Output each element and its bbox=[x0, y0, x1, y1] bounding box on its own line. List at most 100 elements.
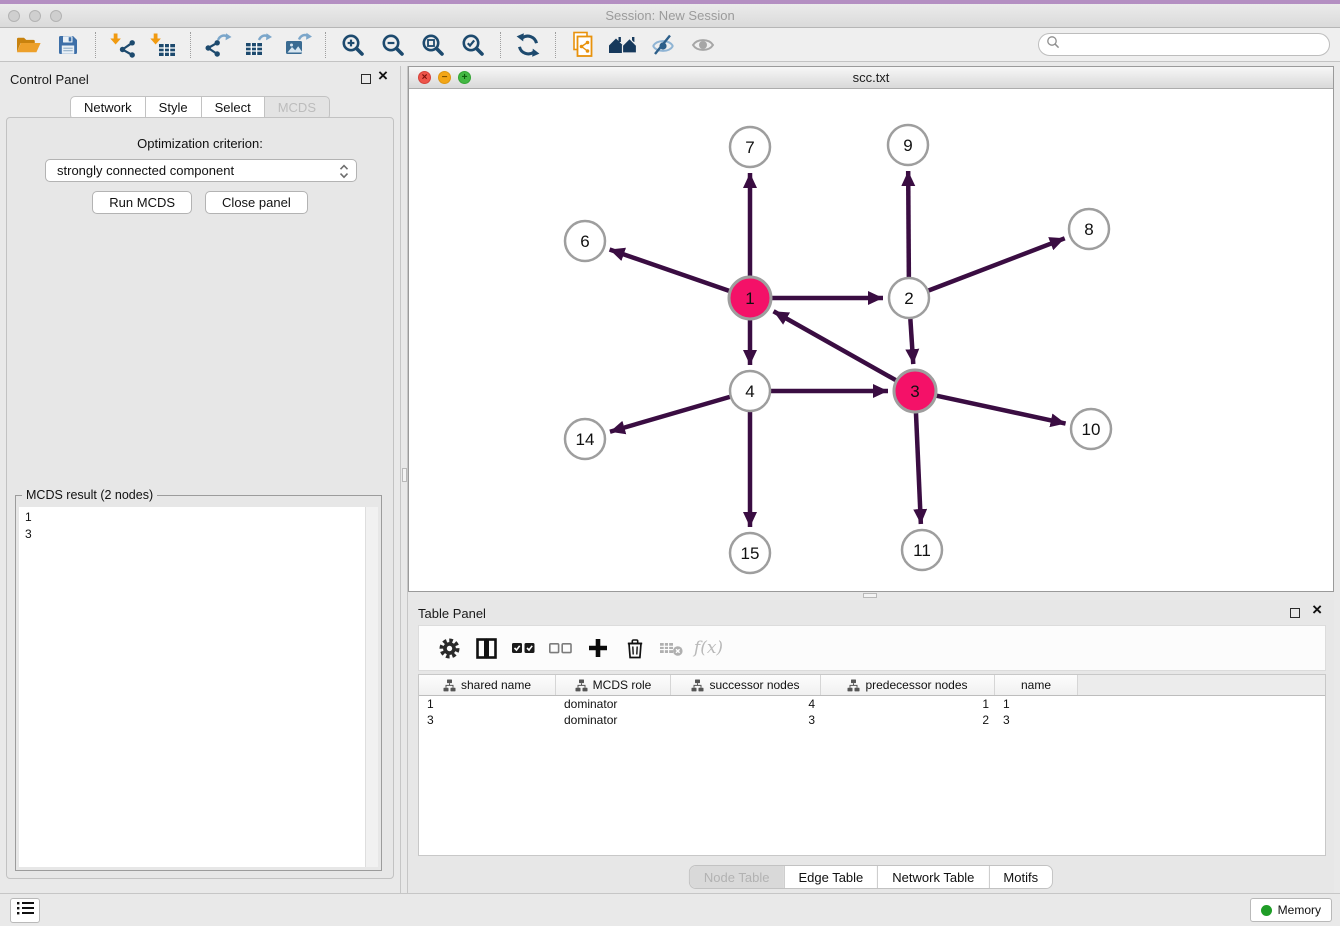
open-session-icon[interactable] bbox=[10, 30, 46, 60]
create-column-icon[interactable] bbox=[579, 631, 616, 665]
graph-edge-2-8[interactable] bbox=[929, 238, 1065, 290]
network-canvas[interactable]: 1 2 3 4 6 7 8 9 10 11 14 15 bbox=[409, 89, 1333, 591]
cell-shared-name: 3 bbox=[419, 712, 556, 728]
network-view-window[interactable]: × − + scc.txt 1 2 3 4 6 7 8 9 10 11 14 15 bbox=[408, 66, 1334, 592]
graph-node-9[interactable]: 9 bbox=[888, 125, 928, 165]
show-graphics-details-icon bbox=[685, 30, 721, 60]
graph-node-8[interactable]: 8 bbox=[1069, 209, 1109, 249]
graph-node-14[interactable]: 14 bbox=[565, 419, 605, 459]
mcds-result-text: 1 3 bbox=[19, 507, 378, 545]
graph-node-2[interactable]: 2 bbox=[889, 278, 929, 318]
column-header-label: name bbox=[1021, 678, 1051, 692]
table-row[interactable]: 3dominator323 bbox=[419, 712, 1325, 728]
toggle-columns-icon[interactable] bbox=[468, 631, 505, 665]
column-header-MCDS-role[interactable]: MCDS role bbox=[556, 675, 671, 695]
node-label: 2 bbox=[904, 289, 913, 308]
toolbar-separator bbox=[500, 32, 501, 58]
zoom-in-icon[interactable] bbox=[335, 30, 371, 60]
graph-edge-1-6[interactable] bbox=[610, 249, 730, 290]
tab-node-table[interactable]: Node Table bbox=[690, 866, 784, 888]
graph-node-10[interactable]: 10 bbox=[1071, 409, 1111, 449]
graph-node-15[interactable]: 15 bbox=[730, 533, 770, 573]
mcds-result-area[interactable]: 1 3 bbox=[19, 507, 378, 867]
header-filler bbox=[1078, 675, 1325, 695]
search-input[interactable] bbox=[1060, 38, 1329, 52]
close-panel-button[interactable]: Close panel bbox=[205, 191, 308, 214]
graph-node-7[interactable]: 7 bbox=[730, 127, 770, 167]
import-table-icon[interactable] bbox=[145, 30, 181, 60]
refresh-network-icon[interactable] bbox=[510, 30, 546, 60]
tab-edge-table[interactable]: Edge Table bbox=[783, 866, 877, 888]
mcds-result-title: MCDS result (2 nodes) bbox=[22, 488, 157, 502]
column-header-successor-nodes[interactable]: successor nodes bbox=[671, 675, 821, 695]
graph-edge-3-11[interactable] bbox=[916, 413, 921, 524]
list-icon bbox=[16, 900, 35, 921]
horizontal-split-divider[interactable] bbox=[408, 592, 1334, 600]
export-table-icon[interactable] bbox=[240, 30, 276, 60]
network-window-titlebar[interactable]: × − + scc.txt bbox=[409, 67, 1333, 89]
column-header-name[interactable]: name bbox=[995, 675, 1078, 695]
network-overview-icon[interactable] bbox=[605, 30, 641, 60]
save-session-icon[interactable] bbox=[50, 30, 86, 60]
column-header-label: shared name bbox=[461, 678, 531, 692]
column-settings-icon[interactable] bbox=[431, 631, 468, 665]
zoom-fit-icon[interactable] bbox=[415, 30, 451, 60]
zoom-selected-icon[interactable] bbox=[455, 30, 491, 60]
select-all-rows-icon[interactable] bbox=[505, 631, 542, 665]
optimization-criterion-label: Optimization criterion: bbox=[7, 136, 393, 151]
cell-name: 1 bbox=[995, 696, 1078, 712]
close-panel-icon[interactable]: × bbox=[378, 71, 388, 81]
node-label: 10 bbox=[1082, 420, 1101, 439]
search-field[interactable] bbox=[1038, 33, 1330, 56]
delete-table-icon bbox=[653, 631, 690, 665]
cell-MCDS-role: dominator bbox=[556, 696, 671, 712]
node-label: 9 bbox=[903, 136, 912, 155]
float-panel-icon[interactable] bbox=[1290, 608, 1300, 618]
graph-node-4[interactable]: 4 bbox=[730, 371, 770, 411]
graph-edge-3-1[interactable] bbox=[774, 311, 896, 380]
graph-node-11[interactable]: 11 bbox=[902, 530, 942, 570]
tab-motifs[interactable]: Motifs bbox=[988, 866, 1052, 888]
graph-node-3[interactable]: 3 bbox=[894, 370, 936, 412]
zoom-out-icon[interactable] bbox=[375, 30, 411, 60]
node-label: 14 bbox=[576, 430, 595, 449]
graph-edge-3-10[interactable] bbox=[937, 396, 1066, 424]
vertical-split-divider[interactable] bbox=[400, 66, 408, 893]
divider-grip[interactable] bbox=[402, 468, 407, 482]
criterion-value: strongly connected component bbox=[57, 163, 234, 178]
search-icon bbox=[1046, 35, 1060, 54]
main-titlebar[interactable]: Session: New Session bbox=[0, 4, 1340, 28]
cell-shared-name: 1 bbox=[419, 696, 556, 712]
automation-panel-button[interactable] bbox=[10, 898, 40, 923]
stepper-icon bbox=[339, 164, 349, 182]
table-tabs: Node TableEdge TableNetwork TableMotifs bbox=[689, 865, 1053, 889]
criterion-select[interactable]: strongly connected component bbox=[45, 159, 357, 182]
result-scrollbar[interactable] bbox=[365, 507, 378, 867]
graph-edge-2-3[interactable] bbox=[910, 319, 913, 364]
clone-network-icon[interactable] bbox=[565, 30, 601, 60]
column-header-shared-name[interactable]: shared name bbox=[419, 675, 556, 695]
export-image-icon[interactable] bbox=[280, 30, 316, 60]
graph-node-6[interactable]: 6 bbox=[565, 221, 605, 261]
table-row[interactable]: 1dominator411 bbox=[419, 696, 1325, 712]
memory-button[interactable]: Memory bbox=[1250, 898, 1332, 922]
graph-node-1[interactable]: 1 bbox=[729, 277, 771, 319]
close-panel-icon[interactable]: × bbox=[1312, 605, 1322, 615]
float-panel-icon[interactable] bbox=[361, 74, 371, 84]
deselect-all-rows-icon[interactable] bbox=[542, 631, 579, 665]
graph-edge-2-9[interactable] bbox=[908, 171, 909, 277]
column-header-predecessor-nodes[interactable]: predecessor nodes bbox=[821, 675, 995, 695]
run-mcds-button[interactable]: Run MCDS bbox=[92, 191, 192, 214]
delete-columns-icon[interactable] bbox=[616, 631, 653, 665]
toolbar-separator bbox=[190, 32, 191, 58]
node-label: 6 bbox=[580, 232, 589, 251]
hide-graphics-details-icon[interactable] bbox=[645, 30, 681, 60]
tab-network-table[interactable]: Network Table bbox=[877, 866, 988, 888]
export-network-icon[interactable] bbox=[200, 30, 236, 60]
table-body: 1dominator4113dominator323 bbox=[419, 696, 1325, 728]
graph-edge-4-14[interactable] bbox=[610, 397, 730, 432]
node-label: 15 bbox=[741, 544, 760, 563]
cell-predecessor-nodes: 2 bbox=[821, 712, 995, 728]
divider-grip[interactable] bbox=[863, 593, 877, 598]
import-network-icon[interactable] bbox=[105, 30, 141, 60]
